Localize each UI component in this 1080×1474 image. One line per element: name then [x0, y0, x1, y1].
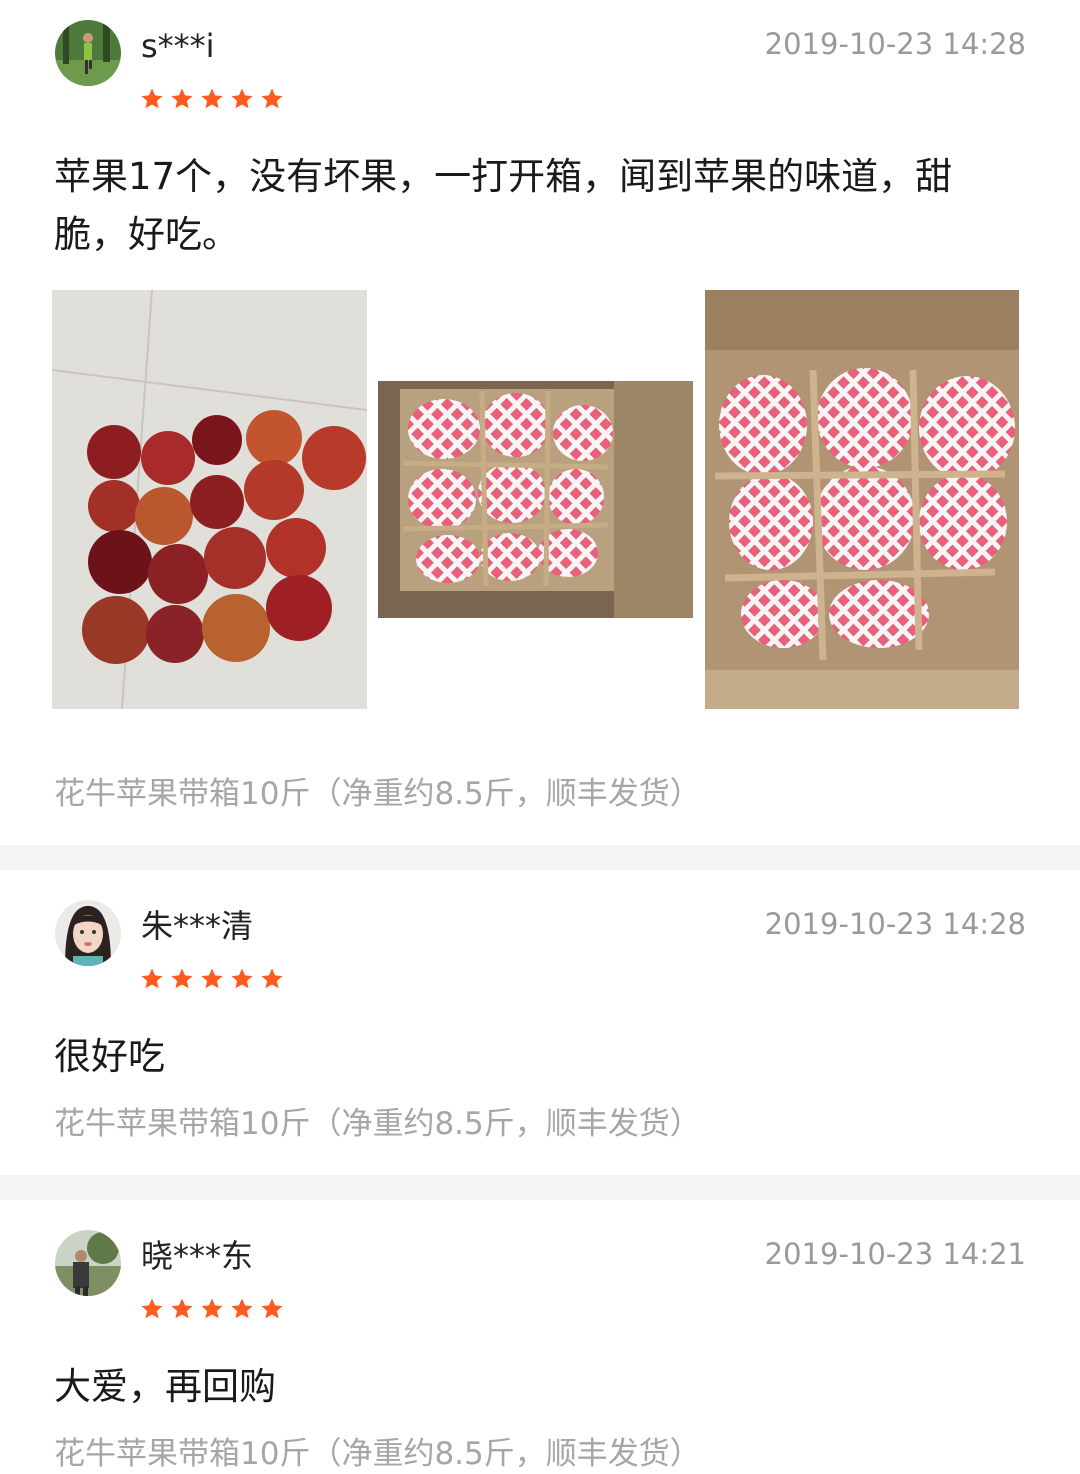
star-icon [260, 967, 284, 991]
product-spec: 花牛苹果带箱10斤（净重约8.5斤，顺丰发货） [54, 1436, 701, 1472]
review-text: 苹果17个，没有坏果，一打开箱，闻到苹果的味道，甜脆，好吃。 [54, 155, 953, 256]
section-divider [0, 1175, 1080, 1200]
review-card: 朱***清 2019-10-23 14:28 很好吃 花牛苹果带箱10斤（净重约… [0, 870, 1080, 1175]
star-icon [140, 967, 164, 991]
review-card: 晓***东 2019-10-23 14:21 大爱，再回购 花牛苹果带箱10斤（… [0, 1200, 1080, 1472]
star-rating [140, 967, 284, 991]
section-divider [0, 845, 1080, 870]
apple-box-image [378, 381, 693, 618]
avatar[interactable] [55, 20, 121, 86]
product-spec: 花牛苹果带箱10斤（净重约8.5斤，顺丰发货） [54, 1106, 701, 1142]
star-rating [140, 1297, 284, 1321]
review-time: 2019-10-23 14:28 [764, 907, 1026, 941]
review-time: 2019-10-23 14:28 [764, 27, 1026, 61]
avatar-image [55, 20, 121, 86]
star-icon [260, 1297, 284, 1321]
star-icon [140, 1297, 164, 1321]
star-icon [200, 967, 224, 991]
star-icon [230, 967, 254, 991]
star-icon [170, 87, 194, 111]
star-icon [170, 1297, 194, 1321]
avatar[interactable] [55, 1230, 121, 1296]
review-text: 很好吃 [54, 1035, 165, 1078]
product-spec: 花牛苹果带箱10斤（净重约8.5斤，顺丰发货） [54, 776, 701, 812]
review-photo[interactable] [52, 290, 367, 709]
review-photo[interactable] [378, 381, 693, 618]
star-icon [170, 967, 194, 991]
star-icon [230, 87, 254, 111]
apple-box-closeup-image [705, 290, 1019, 709]
username: s***i [141, 27, 215, 65]
star-rating [140, 87, 284, 111]
avatar[interactable] [55, 900, 121, 966]
star-icon [200, 87, 224, 111]
review-time: 2019-10-23 14:21 [764, 1237, 1026, 1271]
star-icon [200, 1297, 224, 1321]
username: 晓***东 [141, 1237, 254, 1275]
star-icon [140, 87, 164, 111]
apples-on-floor-image [52, 290, 367, 709]
avatar-image [55, 900, 121, 966]
star-icon [260, 87, 284, 111]
star-icon [230, 1297, 254, 1321]
review-card: s***i 2019-10-23 14:28 苹果17个，没有坏果，一打开箱，闻… [0, 0, 1080, 845]
review-photo[interactable] [705, 290, 1019, 709]
review-text: 大爱，再回购 [54, 1365, 276, 1408]
username: 朱***清 [141, 907, 254, 945]
avatar-image [55, 1230, 121, 1296]
